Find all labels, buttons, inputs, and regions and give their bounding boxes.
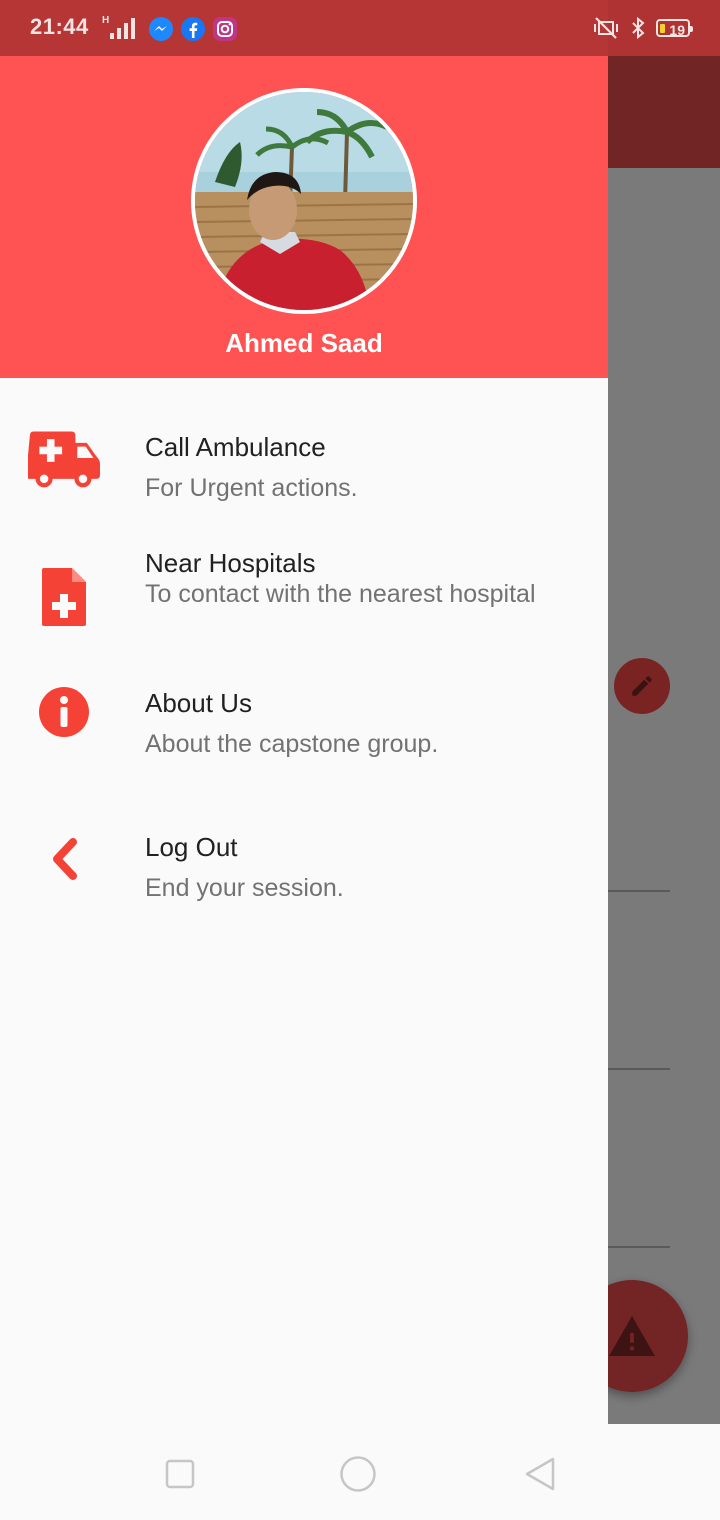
recents-button[interactable] bbox=[160, 1454, 200, 1494]
warning-icon bbox=[609, 1316, 655, 1356]
circle-icon bbox=[340, 1456, 376, 1492]
edit-button[interactable] bbox=[614, 658, 670, 714]
menu-item-subtitle: For Urgent actions. bbox=[145, 474, 358, 502]
menu-item-title: About Us bbox=[145, 688, 252, 718]
back-button[interactable] bbox=[520, 1454, 560, 1494]
medical-file-icon bbox=[42, 568, 86, 626]
profile-photo bbox=[195, 92, 413, 310]
background-divider bbox=[608, 1068, 670, 1070]
menu-item-subtitle: About the capstone group. bbox=[145, 730, 439, 758]
menu-item-subtitle: To contact with the nearest hospital bbox=[145, 580, 536, 608]
background-divider bbox=[608, 890, 670, 892]
user-name: Ahmed Saad bbox=[225, 328, 383, 358]
menu-item-title: Call Ambulance bbox=[145, 432, 326, 462]
pencil-icon bbox=[632, 676, 652, 696]
navigation-drawer: Ahmed Saad Call Ambulance For Urgent act… bbox=[0, 0, 608, 1424]
signal-icon: H bbox=[100, 15, 142, 41]
background-divider bbox=[608, 1246, 670, 1248]
system-nav-bar bbox=[0, 1424, 720, 1520]
menu-item-title: Log Out bbox=[145, 832, 238, 862]
menu-item-call-ambulance[interactable]: Call Ambulance For Urgent actions. bbox=[0, 420, 608, 520]
triangle-back-icon bbox=[525, 1457, 555, 1491]
info-icon bbox=[39, 687, 89, 737]
menu-item-about-us[interactable]: About Us About the capstone group. bbox=[0, 676, 608, 776]
avatar[interactable] bbox=[191, 88, 417, 314]
menu-item-subtitle: End your session. bbox=[145, 874, 344, 902]
vibrate-off-icon bbox=[594, 17, 618, 39]
bluetooth-icon bbox=[632, 16, 645, 40]
drawer-header: Ahmed Saad bbox=[0, 0, 608, 378]
status-bar: 21:44 H 19 bbox=[0, 0, 720, 56]
home-button[interactable] bbox=[338, 1454, 378, 1494]
instagram-icon bbox=[213, 17, 237, 41]
menu-item-title: Near Hospitals bbox=[145, 548, 316, 578]
ambulance-icon bbox=[28, 431, 100, 488]
menu-item-log-out[interactable]: Log Out End your session. bbox=[0, 820, 608, 920]
chevron-left-icon bbox=[53, 838, 77, 880]
menu-item-near-hospitals[interactable]: Near Hospitals To contact with the neare… bbox=[0, 540, 608, 650]
messenger-icon bbox=[149, 17, 173, 41]
square-icon bbox=[165, 1459, 195, 1489]
facebook-icon bbox=[181, 17, 205, 41]
status-time: 21:44 bbox=[30, 14, 89, 39]
battery-icon: 19 bbox=[656, 19, 693, 38]
